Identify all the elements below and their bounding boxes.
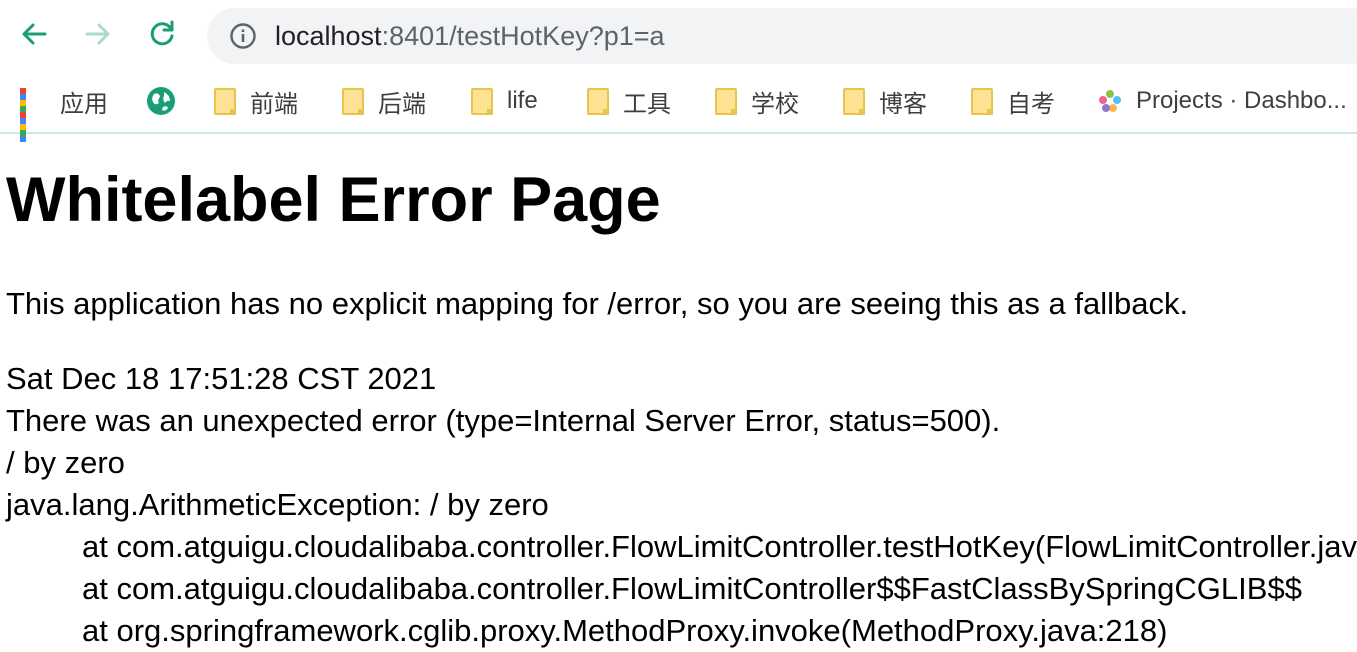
arrow-right-icon: [85, 23, 110, 45]
reload-button[interactable]: [142, 14, 182, 54]
browser-toolbar: localhost:8401/testHotKey?p1=a: [0, 0, 1357, 70]
bookmark-label: life: [507, 87, 538, 114]
stack-trace-line: at com.atguigu.cloudalibaba.controller.F…: [82, 571, 1302, 606]
back-button[interactable]: [14, 14, 54, 54]
exception-line: java.lang.ArithmeticException: / by zero: [6, 487, 549, 522]
bookmark-folder-backend[interactable]: 后端: [342, 82, 426, 120]
info-icon[interactable]: [229, 22, 257, 50]
error-timestamp: Sat Dec 18 17:51:28 CST 2021: [6, 361, 437, 396]
forward-button[interactable]: [78, 14, 118, 54]
bookmark-folder-life[interactable]: life: [471, 82, 538, 120]
bookmark-label: 博客: [879, 90, 927, 118]
error-status: There was an unexpected error (type=Inte…: [6, 403, 1001, 438]
bookmark-folder-blog[interactable]: 博客: [843, 82, 927, 120]
folder-icon: [587, 87, 609, 115]
bookmark-folder-selfstudy[interactable]: 自考: [971, 82, 1055, 120]
flower-icon: [1099, 90, 1121, 112]
bookmark-label: 自考: [1007, 90, 1055, 118]
error-message: This application has no explicit mapping…: [6, 286, 1189, 321]
apps-grid-icon: [20, 88, 46, 142]
bookmark-folder-tools[interactable]: 工具: [587, 82, 671, 120]
error-cause: / by zero: [6, 445, 125, 480]
url-text[interactable]: localhost:8401/testHotKey?p1=a: [275, 20, 665, 52]
bookmark-label: 前端: [250, 90, 298, 118]
bookmark-label: Projects · Dashbo...: [1136, 87, 1347, 114]
bookmark-folder-school[interactable]: 学校: [715, 82, 799, 120]
url-host: localhost: [275, 21, 382, 51]
folder-icon: [971, 87, 993, 115]
bookmark-label: 应用: [60, 90, 108, 118]
stack-trace-line: at org.springframework.cglib.proxy.Metho…: [82, 613, 1168, 648]
arrow-left-icon: [22, 23, 47, 45]
folder-icon: [342, 87, 364, 115]
bookmark-label: 工具: [623, 90, 671, 118]
bookmark-projects[interactable]: Projects · Dashbo...: [1098, 82, 1347, 120]
globe-icon: [147, 87, 175, 115]
reload-icon: [150, 20, 174, 46]
address-bar[interactable]: localhost:8401/testHotKey?p1=a: [207, 8, 1357, 64]
bookmark-apps[interactable]: 应用: [20, 82, 108, 142]
error-details: Sat Dec 18 17:51:28 CST 2021 There was a…: [6, 358, 1357, 652]
folder-icon: [214, 87, 236, 115]
url-path: :8401/testHotKey?p1=a: [381, 21, 665, 51]
folder-icon: [843, 87, 865, 115]
folder-icon: [471, 87, 493, 115]
bookmark-label: 后端: [378, 90, 426, 118]
bookmark-label: 学校: [751, 90, 799, 118]
stack-trace-line: at com.atguigu.cloudalibaba.controller.F…: [82, 529, 1357, 564]
folder-icon: [715, 87, 737, 115]
bookmark-globe[interactable]: [146, 82, 190, 120]
page-title: Whitelabel Error Page: [6, 165, 661, 235]
bookmarks-bar: 应用 前端 后端 life 工具 学校 博客 自考 Projects · Das…: [0, 70, 1357, 142]
bookmark-folder-frontend[interactable]: 前端: [214, 82, 298, 120]
